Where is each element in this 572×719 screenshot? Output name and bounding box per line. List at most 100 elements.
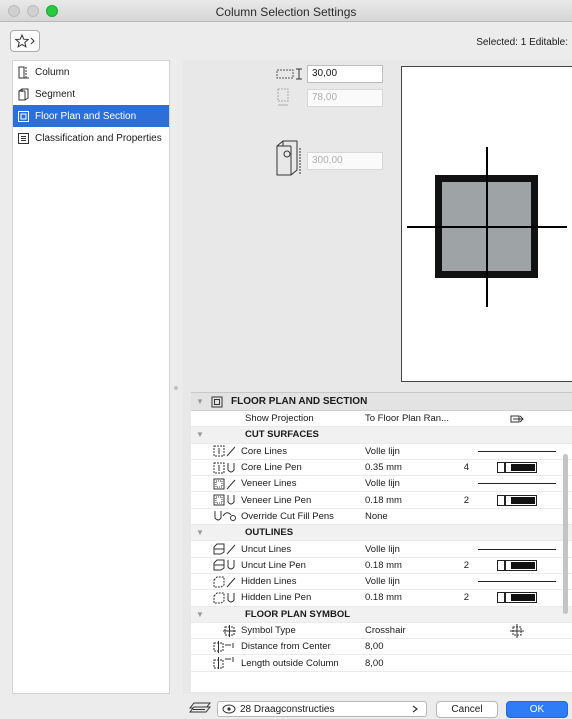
- section-title: FLOOR PLAN SYMBOL: [245, 608, 351, 620]
- chevron-right-icon: [412, 705, 418, 713]
- row-label: Length outside Column: [241, 657, 339, 669]
- panel-splitter[interactable]: [173, 60, 179, 694]
- layers-icon: [189, 702, 211, 713]
- pen-sample[interactable]: [497, 462, 537, 474]
- symbol-type-icon: [223, 624, 236, 637]
- override-fill-pens-icon: [214, 511, 236, 522]
- section-outlines[interactable]: ▼ OUTLINES: [191, 525, 572, 542]
- sidebar-item-segment[interactable]: Segment: [13, 83, 169, 105]
- sidebar-item-label: Column: [35, 66, 70, 78]
- table-row[interactable]: Uncut Lines Volle lijn: [191, 541, 572, 558]
- pen-sample[interactable]: [497, 559, 537, 571]
- column-icon: [16, 65, 30, 79]
- pen-sample[interactable]: [497, 592, 537, 604]
- scrollbar-thumb[interactable]: [563, 454, 568, 614]
- table-row[interactable]: Hidden Line Pen 0.18 mm 2: [191, 590, 572, 607]
- sidebar-item-classification[interactable]: Classification and Properties: [13, 127, 169, 149]
- star-icon: [15, 34, 29, 48]
- core-lines-icon: [213, 445, 236, 457]
- segment-icon: [16, 87, 30, 101]
- row-value: 0.18 mm: [365, 559, 402, 571]
- sidebar: Column Segment Floor Plan and Section Cl…: [12, 60, 170, 694]
- hidden-pen-icon: [213, 592, 235, 604]
- row-label: Core Lines: [241, 445, 287, 457]
- veneer-pen-icon: [213, 494, 235, 506]
- uncut-pen-icon: [213, 559, 235, 571]
- panel-title: FLOOR PLAN AND SECTION: [231, 396, 368, 407]
- table-row[interactable]: Distance from Center 8,00: [191, 639, 572, 656]
- table-row[interactable]: Hidden Lines Volle lijn: [191, 574, 572, 591]
- favorites-button[interactable]: [10, 30, 40, 52]
- row-value: Volle lijn: [365, 543, 400, 555]
- table-row[interactable]: Core Lines Volle lijn: [191, 444, 572, 460]
- table-row[interactable]: Uncut Line Pen 0.18 mm 2: [191, 558, 572, 574]
- row-value: 8,00: [365, 641, 384, 653]
- row-value: Volle lijn: [365, 445, 400, 457]
- row-label: Hidden Lines: [241, 576, 297, 588]
- ok-button[interactable]: OK: [506, 701, 568, 718]
- layer-select[interactable]: 28 Draagconstructies: [217, 701, 427, 717]
- section-title: CUT SURFACES: [245, 429, 319, 441]
- hidden-lines-icon: [213, 576, 236, 588]
- height-dimension-icon: [276, 140, 301, 176]
- sidebar-item-column[interactable]: Column: [13, 61, 169, 83]
- row-value: Volle lijn: [365, 478, 400, 490]
- crosshair-symbol-icon: [510, 623, 524, 638]
- row-value: Volle lijn: [365, 576, 400, 588]
- pen-number: 2: [463, 559, 469, 571]
- width-dimension-icon: [276, 68, 302, 80]
- row-label: Symbol Type: [241, 625, 296, 636]
- panel-scrollbar[interactable]: [560, 410, 570, 690]
- sidebar-item-label: Floor Plan and Section: [35, 110, 137, 122]
- row-label: Override Cut Fill Pens: [241, 510, 334, 522]
- width-input[interactable]: 30,00: [307, 65, 383, 83]
- table-row[interactable]: Veneer Line Pen 0.18 mm 2: [191, 492, 572, 509]
- selection-info: Selected: 1 Editable:: [476, 37, 568, 48]
- section-cut-surfaces[interactable]: ▼ CUT SURFACES: [191, 427, 572, 444]
- row-label: Show Projection: [245, 413, 314, 425]
- table-row[interactable]: Show Projection To Floor Plan Ran...: [191, 411, 572, 428]
- length-outside-icon: [213, 657, 234, 670]
- row-label: Distance from Center: [241, 641, 331, 653]
- uncut-lines-icon: [213, 543, 236, 555]
- title-bar: Column Selection Settings: [0, 0, 572, 22]
- row-label: Core Line Pen: [241, 462, 302, 474]
- table-row[interactable]: Symbol Type Crosshair: [191, 623, 572, 640]
- row-value: To Floor Plan Ran...: [365, 413, 449, 425]
- cancel-button[interactable]: Cancel: [436, 701, 498, 718]
- table-row[interactable]: Length outside Column 8,00: [191, 655, 572, 672]
- pen-number: 4: [463, 462, 469, 474]
- row-value: 0.35 mm: [365, 462, 402, 474]
- core-pen-icon: [213, 462, 235, 474]
- depth-input[interactable]: 78,00: [307, 89, 383, 107]
- height-input[interactable]: 300,00: [307, 152, 383, 170]
- sidebar-item-floor-plan-and-section[interactable]: Floor Plan and Section: [13, 105, 169, 127]
- eye-icon: [222, 704, 236, 714]
- panel-header[interactable]: ▼ FLOOR PLAN AND SECTION: [191, 393, 572, 411]
- bottom-bar: 28 Draagconstructies Cancel OK: [183, 697, 572, 719]
- settings-panel: ▼ FLOOR PLAN AND SECTION Show Projection…: [191, 392, 572, 692]
- line-type-sample: [478, 581, 556, 583]
- table-row[interactable]: Core Line Pen 0.35 mm 4: [191, 460, 572, 477]
- row-value: 8,00: [365, 657, 384, 669]
- pen-sample[interactable]: [497, 494, 537, 506]
- chevron-right-icon: [30, 37, 35, 45]
- distance-center-icon: [213, 640, 234, 653]
- layer-name: 28 Draagconstructies: [240, 703, 335, 715]
- section-floor-plan-symbol[interactable]: ▼ FLOOR PLAN SYMBOL: [191, 606, 572, 623]
- properties-icon: [16, 131, 30, 145]
- row-label: Hidden Line Pen: [241, 592, 312, 604]
- line-type-sample: [478, 450, 556, 452]
- sidebar-item-label: Segment: [35, 88, 76, 100]
- row-label: Veneer Lines: [241, 478, 297, 490]
- column-preview: [401, 66, 572, 382]
- row-value: 0.18 mm: [365, 592, 402, 604]
- sidebar-item-label: Classification and Properties: [35, 132, 162, 144]
- table-row[interactable]: Veneer Lines Volle lijn: [191, 476, 572, 493]
- projection-icon: [510, 415, 524, 423]
- pen-number: 2: [463, 494, 469, 506]
- depth-dimension-icon: [277, 88, 289, 106]
- section-title: OUTLINES: [245, 527, 294, 539]
- table-row[interactable]: Override Cut Fill Pens None: [191, 509, 572, 526]
- line-type-sample: [478, 483, 556, 485]
